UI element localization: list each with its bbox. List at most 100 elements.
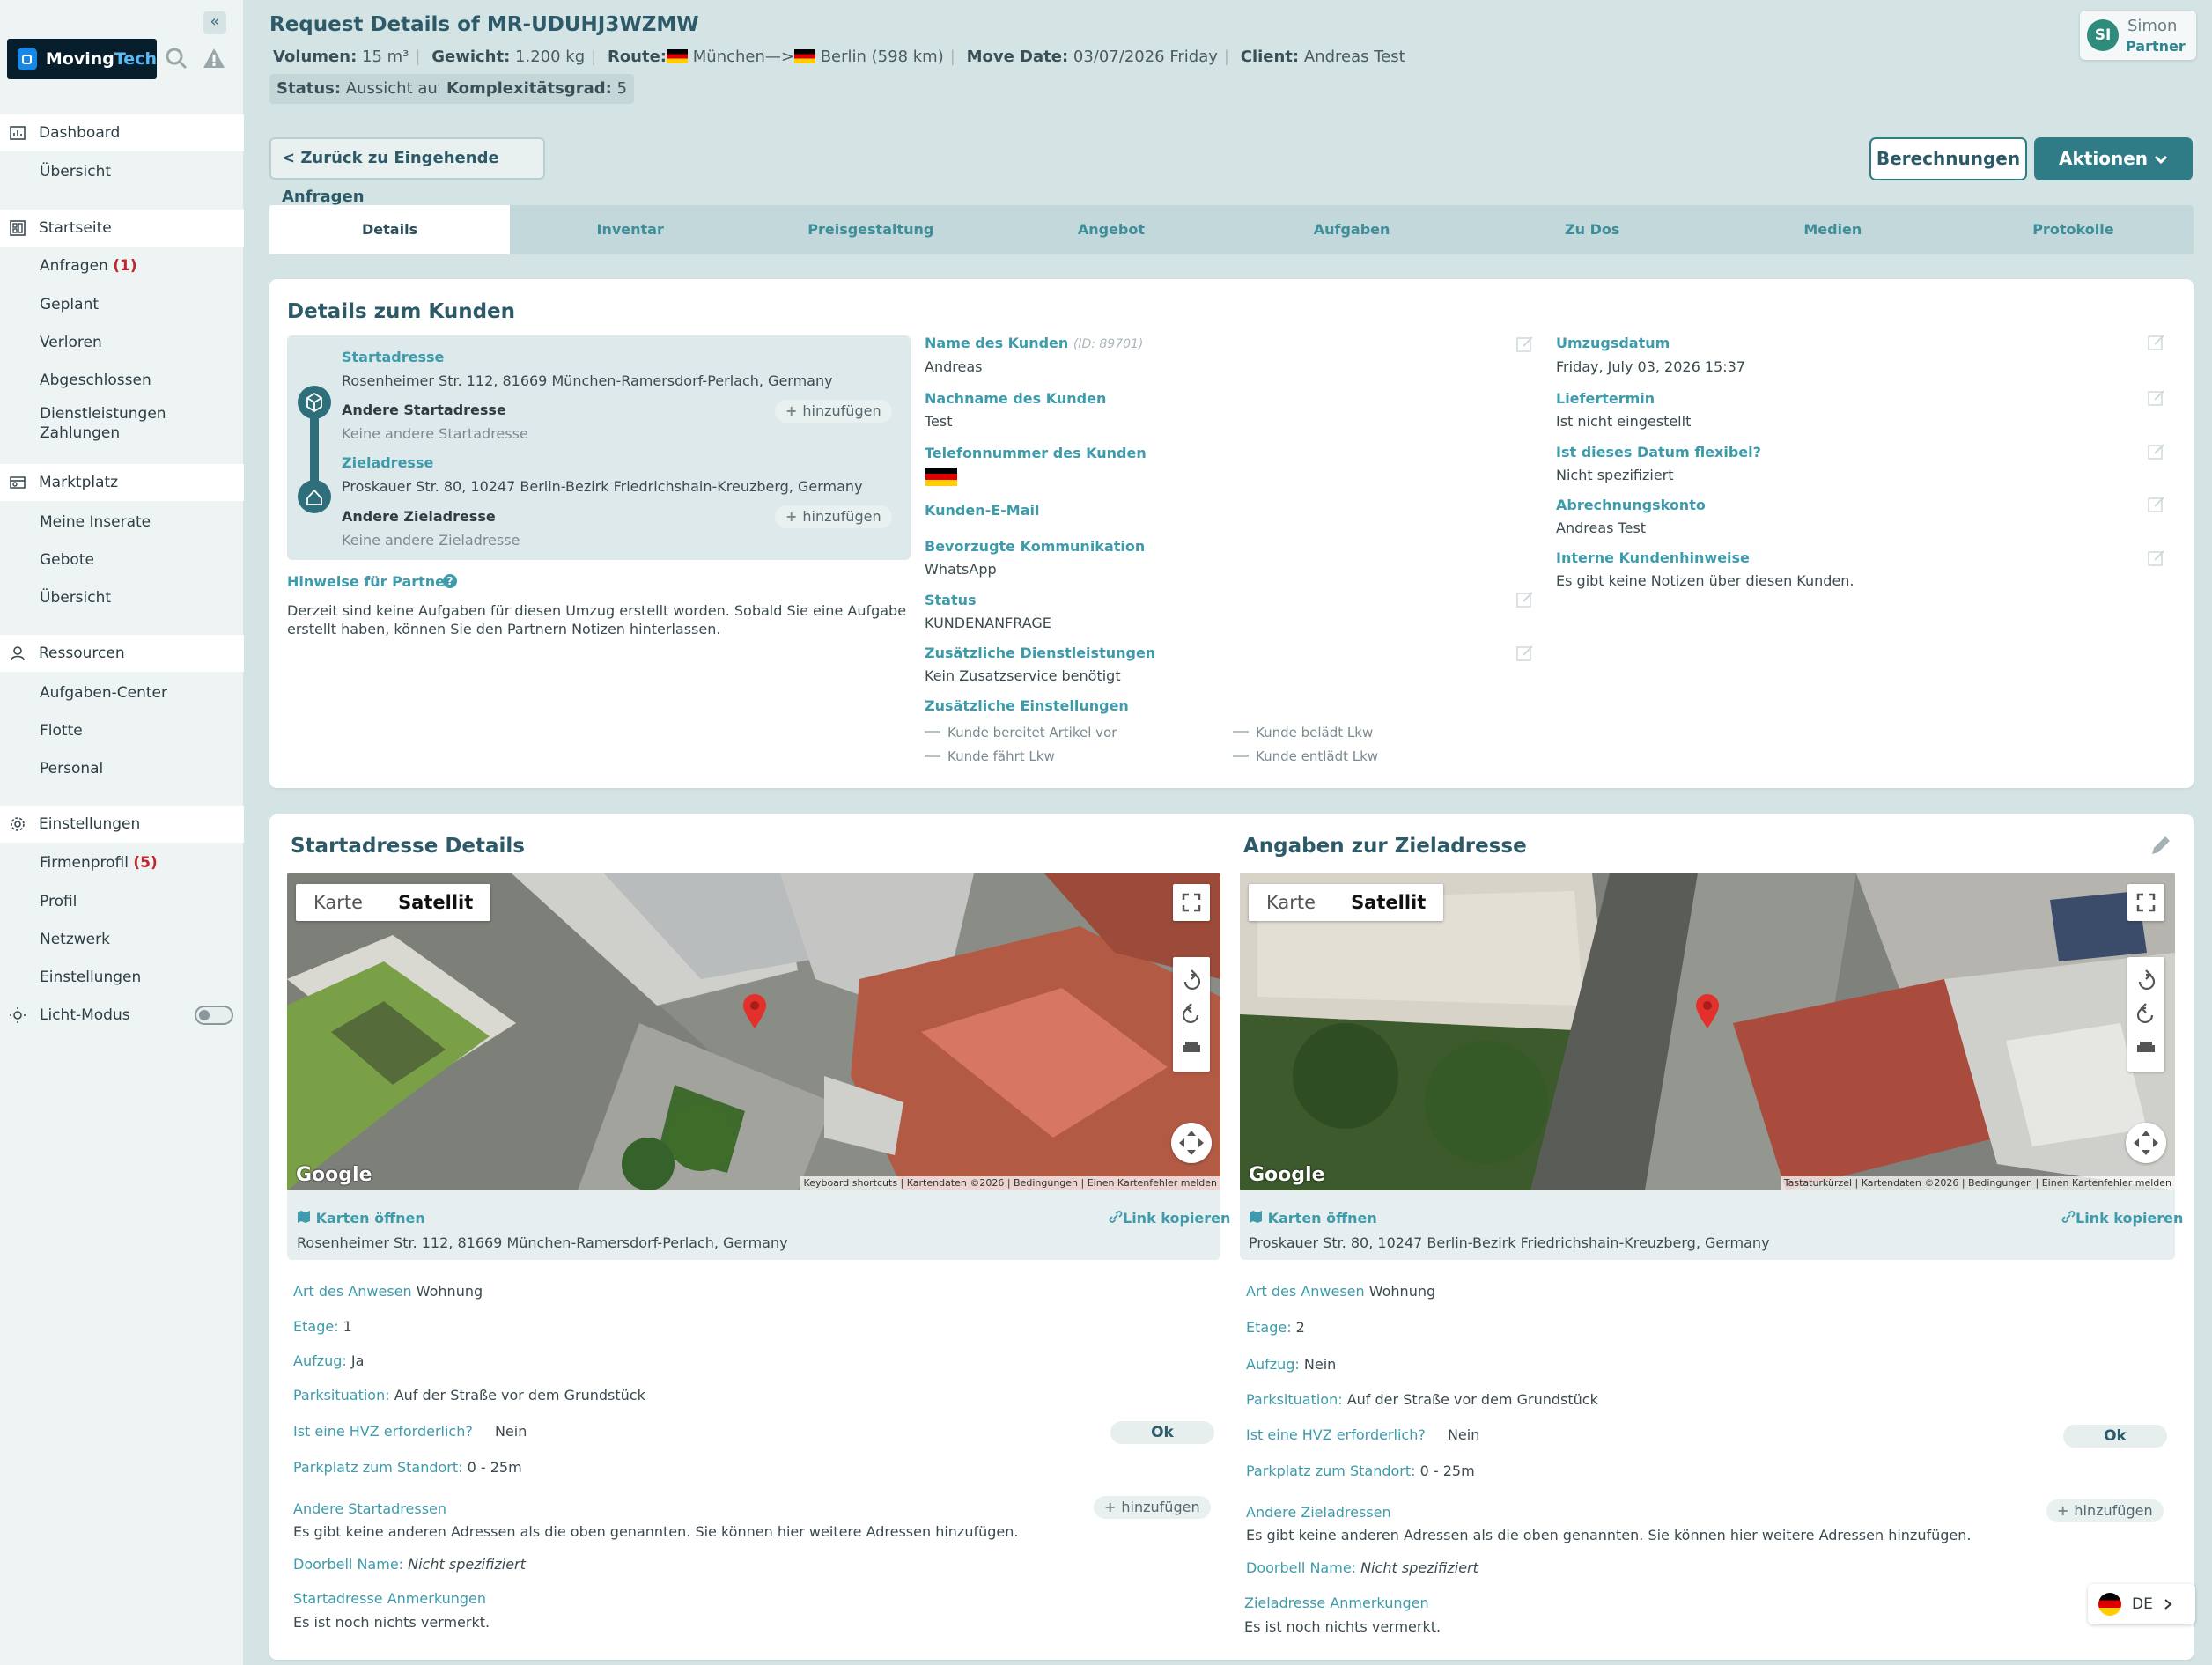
sidebar-item-profil[interactable]: Profil bbox=[40, 893, 77, 910]
sidebar-section-einstellungen[interactable]: Einstellungen bbox=[0, 806, 244, 843]
sidebar-item-einstellungen[interactable]: Einstellungen bbox=[40, 969, 141, 986]
add-start-address-button[interactable]: + hinzufügen bbox=[775, 400, 892, 423]
open-maps-link[interactable]: Karten öffnen bbox=[1249, 1210, 1377, 1227]
sidebar-item-gebote[interactable]: Gebote bbox=[40, 551, 94, 569]
sidebar-item-dienstleistungen[interactable]: Dienstleistungen Zahlungen bbox=[40, 404, 207, 443]
language-selector[interactable]: DE bbox=[2088, 1584, 2195, 1624]
app-logo[interactable]: MovingTech bbox=[7, 39, 157, 79]
dest-address-label: Zieladresse bbox=[342, 454, 434, 471]
sidebar-item-dashboard-overview[interactable]: Übersicht bbox=[40, 163, 111, 180]
sidebar-item-aufgaben-center[interactable]: Aufgaben-Center bbox=[40, 684, 167, 702]
pencil-icon[interactable] bbox=[2149, 833, 2173, 858]
tab-protokolle[interactable]: Protokolle bbox=[1953, 205, 2194, 254]
billing-account-value: Andreas Test bbox=[1556, 519, 1647, 536]
start-map[interactable]: Karte Satellit Google Keyboard shortcuts… bbox=[287, 873, 1220, 1190]
tab-details[interactable]: Details bbox=[269, 205, 511, 254]
user-menu[interactable]: SI Simon Partner bbox=[2080, 11, 2196, 60]
edit-delivery-icon[interactable] bbox=[2147, 388, 2166, 408]
sidebar-section-startseite[interactable]: Startseite bbox=[0, 210, 244, 247]
add-dest-address-button[interactable]: + hinzufügen bbox=[775, 505, 892, 528]
sidebar-item-flotte[interactable]: Flotte bbox=[40, 722, 83, 740]
copy-link-button[interactable]: Link kopieren bbox=[1109, 1210, 1230, 1227]
edit-notes-icon[interactable] bbox=[2147, 549, 2166, 568]
additional-settings-label: Zusätzliche Einstellungen bbox=[925, 697, 1129, 714]
other-dest-value: Keine andere Zieladresse bbox=[342, 532, 520, 549]
back-button[interactable]: < Zurück zu Eingehende Anfragen bbox=[269, 137, 545, 206]
edit-flexible-icon[interactable] bbox=[2147, 442, 2166, 461]
edit-name-icon[interactable] bbox=[1515, 335, 1535, 354]
tab-inventar[interactable]: Inventar bbox=[510, 205, 750, 254]
rotate-icon[interactable] bbox=[1173, 957, 1210, 1072]
sidebar-item-firmenprofil[interactable]: Firmenprofil (5) bbox=[40, 854, 158, 872]
open-maps-link[interactable]: Karten öffnen bbox=[297, 1210, 425, 1227]
request-meta: Volumen: 15 m³ | Gewicht: 1.200 kg | Route… bbox=[273, 48, 1405, 66]
sidebar-item-anfragen[interactable]: Anfragen (1) bbox=[40, 257, 137, 275]
sidebar-item-geplant[interactable]: Geplant bbox=[40, 296, 99, 313]
light-mode-toggle[interactable] bbox=[195, 1006, 233, 1025]
camera-control[interactable] bbox=[2126, 1123, 2166, 1163]
start-remarks-label: Startadresse Anmerkungen bbox=[293, 1590, 487, 1607]
home-grid-icon bbox=[10, 220, 26, 236]
add-label: hinzufügen bbox=[802, 402, 881, 419]
edit-billing-icon[interactable] bbox=[2147, 495, 2166, 514]
sidebar-section-marktplatz[interactable]: Marktplatz bbox=[0, 464, 244, 501]
warning-icon[interactable] bbox=[202, 46, 226, 70]
germany-flag-icon bbox=[2098, 1593, 2121, 1616]
calculations-button[interactable]: Berechnungen bbox=[1869, 137, 2027, 180]
sidebar-item-netzwerk[interactable]: Netzwerk bbox=[40, 931, 110, 948]
rotate-icon[interactable] bbox=[2127, 957, 2164, 1072]
fullscreen-button[interactable] bbox=[2127, 884, 2164, 921]
tab-aufgaben[interactable]: Aufgaben bbox=[1232, 205, 1472, 254]
sidebar-item-meine-inserate[interactable]: Meine Inserate bbox=[40, 513, 151, 531]
add-other-start-button[interactable]: + hinzufügen bbox=[1094, 1496, 1211, 1519]
delivery-date-label: Liefertermin bbox=[1556, 390, 1655, 407]
search-icon[interactable] bbox=[164, 46, 188, 70]
plus-icon: + bbox=[785, 402, 798, 419]
start-hvz-ok-button[interactable]: Ok bbox=[1110, 1421, 1214, 1444]
volume-label: Volumen: bbox=[273, 48, 358, 66]
partner-hints-text-1: Derzeit sind keine Aufgaben für diesen U… bbox=[287, 602, 907, 619]
edit-services-icon[interactable] bbox=[1515, 644, 1535, 663]
plus-icon: + bbox=[785, 508, 798, 525]
sidebar-item-personal[interactable]: Personal bbox=[40, 760, 103, 777]
actions-label: Aktionen bbox=[2059, 148, 2148, 169]
map-attribution[interactable]: Keyboard shortcuts | Kartendaten ©2026 |… bbox=[800, 1176, 1220, 1190]
collapse-sidebar-button[interactable]: « bbox=[203, 11, 226, 34]
edit-status-icon[interactable] bbox=[1515, 590, 1535, 609]
sidebar-section-label: Startseite bbox=[39, 219, 112, 237]
satellite-imagery bbox=[1240, 873, 2175, 1190]
move-date-value: Friday, July 03, 2026 15:37 bbox=[1556, 358, 1745, 375]
sidebar-section-dashboard[interactable]: Dashboard bbox=[0, 114, 244, 151]
copy-link-button[interactable]: Link kopieren bbox=[2061, 1210, 2183, 1227]
tab-medien[interactable]: Medien bbox=[1713, 205, 1953, 254]
actions-dropdown-button[interactable]: Aktionen bbox=[2034, 137, 2193, 180]
other-start-value: Keine andere Startadresse bbox=[342, 425, 528, 442]
camera-control[interactable] bbox=[1171, 1123, 1212, 1163]
map-type-map[interactable]: Karte bbox=[296, 884, 380, 921]
map-type-map[interactable]: Karte bbox=[1249, 884, 1333, 921]
fullscreen-button[interactable] bbox=[1173, 884, 1210, 921]
map-type-satellite[interactable]: Satellit bbox=[1333, 884, 1443, 921]
sidebar-section-ressourcen[interactable]: Ressourcen bbox=[0, 635, 244, 672]
sidebar-item-label: Anfragen bbox=[40, 257, 108, 275]
sidebar-item-marktplatz-overview[interactable]: Übersicht bbox=[40, 589, 111, 607]
help-icon[interactable]: ? bbox=[442, 573, 458, 589]
start-address-label: Startadresse bbox=[342, 349, 445, 365]
sidebar-section-label: Einstellungen bbox=[39, 815, 141, 833]
add-other-dest-button[interactable]: + hinzufügen bbox=[2046, 1499, 2164, 1522]
map-type-satellite[interactable]: Satellit bbox=[380, 884, 490, 921]
sidebar-item-abgeschlossen[interactable]: Abgeschlossen bbox=[40, 372, 151, 389]
dest-hvz-ok-button[interactable]: Ok bbox=[2063, 1425, 2167, 1448]
preferred-communication-value: WhatsApp bbox=[925, 561, 997, 578]
map-attribution[interactable]: Tastaturkürzel | Kartendaten ©2026 | Bed… bbox=[1780, 1176, 2175, 1190]
customer-status-value: KUNDENANFRAGE bbox=[925, 615, 1051, 631]
status-badge: Status: Aussicht auf bbox=[269, 74, 451, 104]
start-details-title: Startadresse Details bbox=[291, 835, 525, 858]
tab-preisgestaltung[interactable]: Preisgestaltung bbox=[750, 205, 991, 254]
sidebar-item-verloren[interactable]: Verloren bbox=[40, 334, 102, 351]
status-label: Status: bbox=[276, 79, 342, 98]
edit-move-date-icon[interactable] bbox=[2147, 333, 2166, 352]
tab-angebot[interactable]: Angebot bbox=[991, 205, 1231, 254]
dest-map[interactable]: Karte Satellit Google Tastaturkürzel | K… bbox=[1240, 873, 2175, 1190]
tab-zu-dos[interactable]: Zu Dos bbox=[1472, 205, 1713, 254]
